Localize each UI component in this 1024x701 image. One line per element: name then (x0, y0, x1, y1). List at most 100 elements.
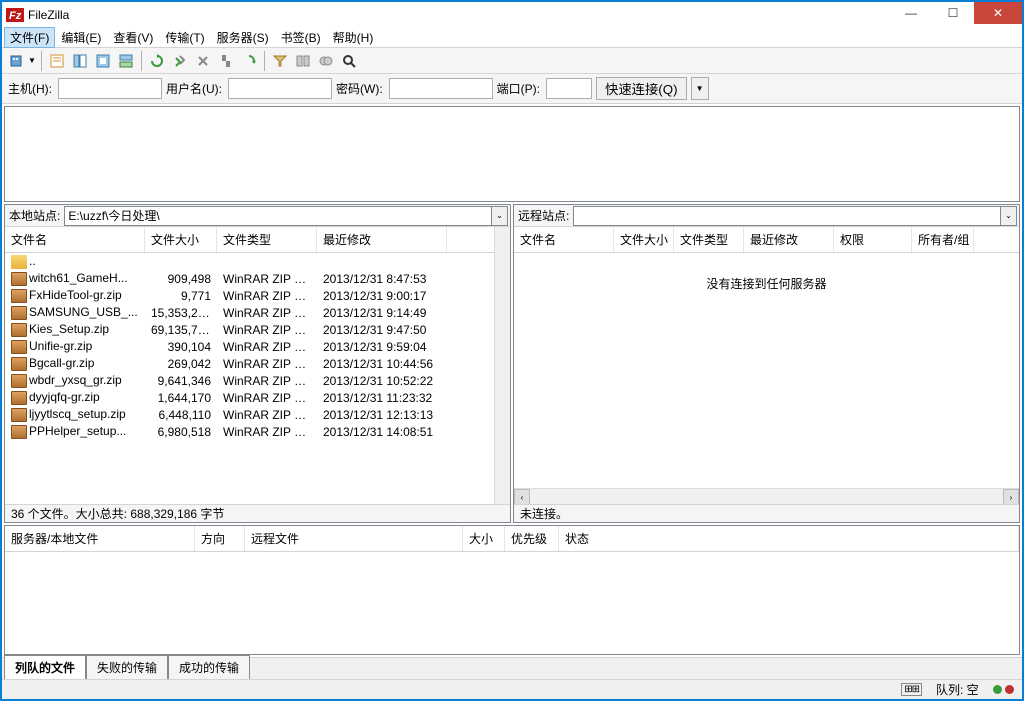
process-queue-button[interactable] (169, 50, 191, 72)
local-status: 36 个文件。大小总共: 688,329,186 字节 (5, 504, 510, 522)
remote-path-dropdown[interactable]: ⌄ (1001, 206, 1017, 226)
tab-successful[interactable]: 成功的传输 (168, 655, 250, 679)
titlebar: Fz FileZilla — ☐ ✕ (2, 2, 1022, 28)
indicator-icon: ⊞⊞ (901, 683, 922, 696)
file-row[interactable]: SAMSUNG_USB_...15,353,207WinRAR ZIP 压...… (5, 304, 494, 321)
file-row[interactable]: witch61_GameH...909,498WinRAR ZIP 压...20… (5, 270, 494, 287)
local-scrollbar[interactable] (494, 227, 510, 504)
menu-help[interactable]: 帮助(H) (327, 27, 380, 48)
zip-icon (11, 272, 27, 286)
message-log[interactable] (4, 106, 1020, 202)
qcol-priority[interactable]: 优先级 (505, 526, 559, 551)
remote-hscroll[interactable]: ‹ › (514, 488, 1019, 504)
menubar: 文件(F) 编辑(E) 查看(V) 传输(T) 服务器(S) 书签(B) 帮助(… (2, 28, 1022, 48)
local-path-input[interactable] (64, 206, 492, 226)
zip-icon (11, 306, 27, 320)
file-row[interactable]: FxHideTool-gr.zip9,771WinRAR ZIP 压...201… (5, 287, 494, 304)
window-title: FileZilla (28, 8, 890, 22)
queue-pane: 服务器/本地文件 方向 远程文件 大小 优先级 状态 (4, 525, 1020, 655)
pass-label: 密码(W): (336, 80, 383, 97)
minimize-button[interactable]: — (890, 2, 932, 24)
file-row[interactable]: PPHelper_setup...6,980,518WinRAR ZIP 压..… (5, 423, 494, 440)
remote-panel: 远程站点: ⌄ 文件名 文件大小 文件类型 最近修改 权限 所有者/组 没有连接… (513, 204, 1020, 523)
port-input[interactable] (546, 78, 592, 99)
col-r-permissions[interactable]: 权限 (834, 227, 912, 252)
statusbar: ⊞⊞ 队列: 空 (2, 679, 1022, 699)
queue-tabs: 列队的文件 失败的传输 成功的传输 (2, 657, 1022, 679)
qcol-size[interactable]: 大小 (463, 526, 505, 551)
col-modified[interactable]: 最近修改 (317, 227, 447, 252)
menu-transfer[interactable]: 传输(T) (159, 27, 210, 48)
qcol-status[interactable]: 状态 (559, 526, 1019, 551)
file-row[interactable]: Bgcall-gr.zip269,042WinRAR ZIP 压...2013/… (5, 355, 494, 372)
zip-icon (11, 289, 27, 303)
queue-status-label: 队列: 空 (936, 681, 979, 698)
file-row[interactable]: wbdr_yxsq_gr.zip9,641,346WinRAR ZIP 压...… (5, 372, 494, 389)
app-window: Fz FileZilla — ☐ ✕ 文件(F) 编辑(E) 查看(V) 传输(… (0, 0, 1024, 701)
local-panel: 本地站点: ⌄ 文件名 文件大小 文件类型 最近修改 .. witch61_Ga… (4, 204, 511, 523)
menu-file[interactable]: 文件(F) (4, 27, 55, 48)
zip-icon (11, 357, 27, 371)
maximize-button[interactable]: ☐ (932, 2, 974, 24)
file-row[interactable]: Unifie-gr.zip390,104WinRAR ZIP 压...2013/… (5, 338, 494, 355)
remote-path-input[interactable] (573, 206, 1001, 226)
qcol-direction[interactable]: 方向 (195, 526, 245, 551)
queue-body[interactable] (5, 552, 1019, 654)
col-filesize[interactable]: 文件大小 (145, 227, 217, 252)
zip-icon (11, 425, 27, 439)
quickconnect-button[interactable]: 快速连接(Q) (596, 77, 687, 100)
user-label: 用户名(U): (166, 80, 222, 97)
disconnect-button[interactable] (215, 50, 237, 72)
status-led-1 (993, 685, 1002, 694)
remote-file-list[interactable]: 文件名 文件大小 文件类型 最近修改 权限 所有者/组 没有连接到任何服务器 (514, 227, 1019, 488)
file-row[interactable]: ljyytlscq_setup.zip6,448,110WinRAR ZIP 压… (5, 406, 494, 423)
col-r-modified[interactable]: 最近修改 (744, 227, 834, 252)
reconnect-button[interactable] (238, 50, 260, 72)
local-path-dropdown[interactable]: ⌄ (492, 206, 508, 226)
remote-site-label: 远程站点: (516, 207, 569, 224)
col-r-filesize[interactable]: 文件大小 (614, 227, 674, 252)
toolbar: ▼ (2, 48, 1022, 74)
password-input[interactable] (389, 78, 493, 99)
host-label: 主机(H): (8, 80, 52, 97)
compare-button[interactable] (292, 50, 314, 72)
menu-server[interactable]: 服务器(S) (211, 27, 275, 48)
qcol-server[interactable]: 服务器/本地文件 (5, 526, 195, 551)
col-r-filetype[interactable]: 文件类型 (674, 227, 744, 252)
toggle-remote-tree-button[interactable] (92, 50, 114, 72)
username-input[interactable] (228, 78, 332, 99)
col-filename[interactable]: 文件名 (5, 227, 145, 252)
toggle-log-button[interactable] (46, 50, 68, 72)
tab-failed[interactable]: 失败的传输 (86, 655, 168, 679)
qcol-remote[interactable]: 远程文件 (245, 526, 463, 551)
col-filetype[interactable]: 文件类型 (217, 227, 317, 252)
toggle-tree-button[interactable] (69, 50, 91, 72)
file-row[interactable]: Kies_Setup.zip69,135,777WinRAR ZIP 压...2… (5, 321, 494, 338)
col-r-owner[interactable]: 所有者/组 (912, 227, 974, 252)
close-button[interactable]: ✕ (974, 2, 1022, 24)
hscroll-left[interactable]: ‹ (514, 489, 530, 505)
sitemanager-dropdown[interactable]: ▼ (27, 50, 37, 72)
parent-dir-row[interactable]: .. (5, 253, 494, 270)
sync-browse-button[interactable] (315, 50, 337, 72)
zip-icon (11, 323, 27, 337)
menu-edit[interactable]: 编辑(E) (55, 27, 107, 48)
col-r-filename[interactable]: 文件名 (514, 227, 614, 252)
status-led-2 (1005, 685, 1014, 694)
local-file-list[interactable]: 文件名 文件大小 文件类型 最近修改 .. witch61_GameH...90… (5, 227, 494, 504)
host-input[interactable] (58, 78, 162, 99)
cancel-button[interactable] (192, 50, 214, 72)
search-button[interactable] (338, 50, 360, 72)
port-label: 端口(P): (497, 80, 540, 97)
hscroll-right[interactable]: › (1003, 489, 1019, 505)
filter-button[interactable] (269, 50, 291, 72)
file-row[interactable]: dyyjqfq-gr.zip1,644,170WinRAR ZIP 压...20… (5, 389, 494, 406)
menu-bookmarks[interactable]: 书签(B) (275, 27, 327, 48)
refresh-button[interactable] (146, 50, 168, 72)
toggle-queue-button[interactable] (115, 50, 137, 72)
quickconnect-dropdown[interactable]: ▼ (691, 77, 709, 100)
tab-queued[interactable]: 列队的文件 (4, 655, 86, 679)
zip-icon (11, 391, 27, 405)
menu-view[interactable]: 查看(V) (107, 27, 159, 48)
sitemanager-button[interactable] (6, 50, 28, 72)
